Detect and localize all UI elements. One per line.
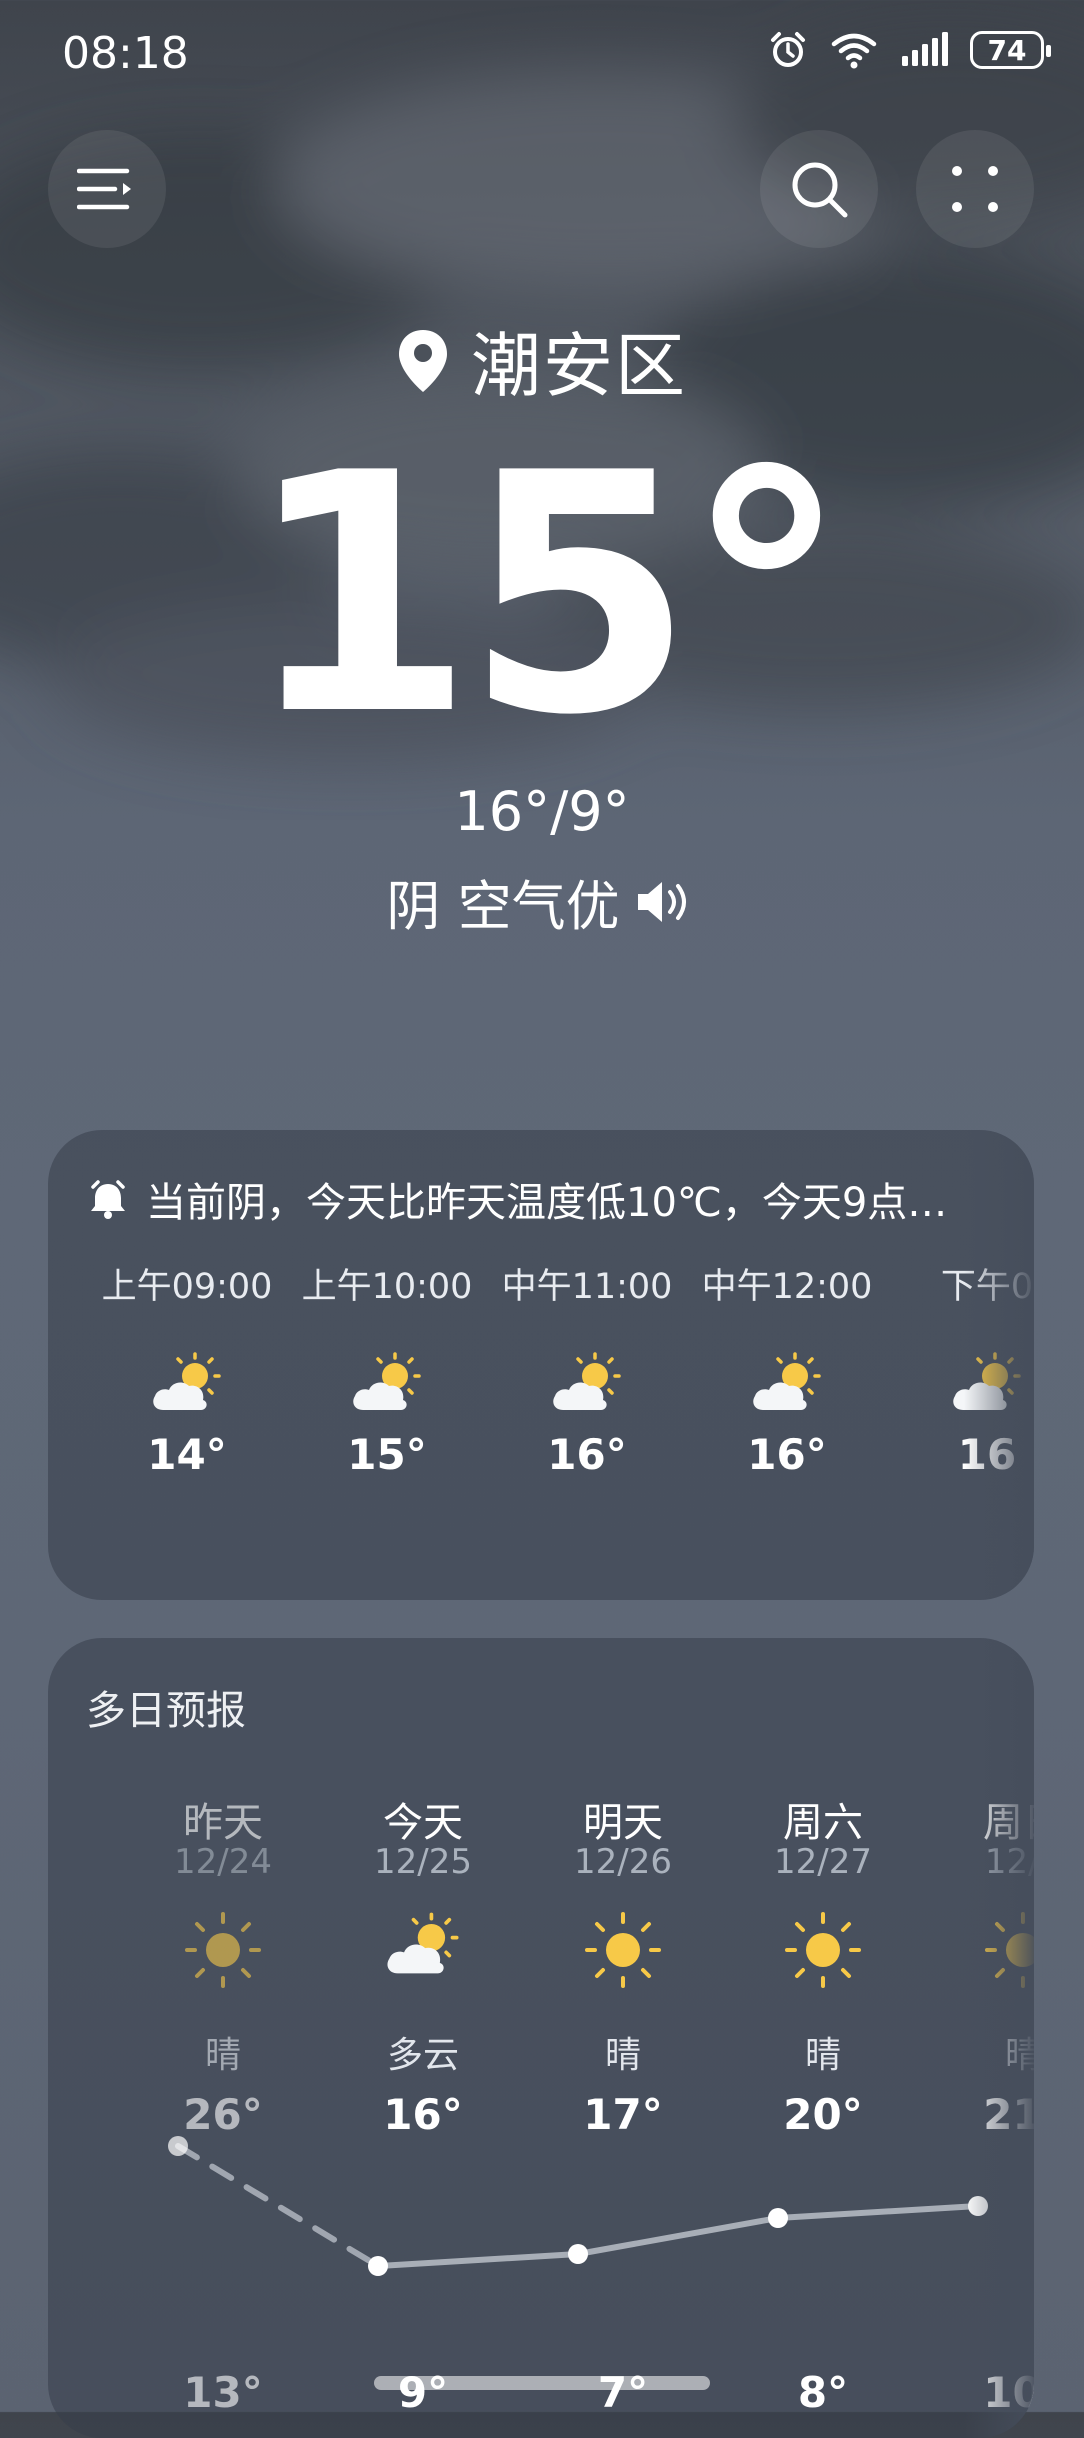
condition-text: 阴 空气优 xyxy=(386,875,620,938)
location-header[interactable]: 潮安区 xyxy=(0,310,1084,411)
battery-icon: 74 xyxy=(970,31,1051,69)
clock: 08:18 xyxy=(62,28,189,79)
multi-day-forecast-card[interactable]: 多日预报 昨天 12/24 晴 26° 13° 今天 12/25 多云 16° … xyxy=(48,1638,1034,2438)
day-high: 16° xyxy=(383,2090,463,2139)
day-high: 20° xyxy=(783,2090,863,2139)
hour-temperature: 16° xyxy=(547,1430,627,1479)
day-date: 12/27 xyxy=(774,1842,872,1882)
high-temp-line-segment xyxy=(175,2143,381,2269)
current-condition: 阴 空气优 xyxy=(0,862,1084,941)
alarm-bell-icon xyxy=(91,1180,125,1219)
day-date: 12/24 xyxy=(174,1842,272,1882)
more-dots-icon xyxy=(952,166,998,212)
wifi-icon xyxy=(831,33,877,69)
weather-screen: { "status_bar": { "time": "08:18", "batt… xyxy=(0,0,1084,2438)
partly-cloudy-icon xyxy=(153,1352,221,1410)
battery-level: 74 xyxy=(987,33,1027,67)
hour-time: 中午12:00 xyxy=(701,1267,873,1307)
status-bar: 08:18 74 xyxy=(0,0,1084,110)
day-low: 8° xyxy=(797,2368,849,2417)
day-name: 昨天 xyxy=(183,1800,263,1846)
high-temp-line-segment xyxy=(575,2215,781,2257)
hour-time: 上午09:00 xyxy=(101,1267,273,1307)
speaker-icon[interactable] xyxy=(634,878,698,926)
high-low-temperature: 16°/9° xyxy=(454,780,630,843)
partly-cloudy-icon xyxy=(387,1912,459,1974)
hour-time: 中午11:00 xyxy=(501,1267,673,1307)
hour-temperature: 14° xyxy=(147,1430,227,1479)
partly-cloudy-icon xyxy=(353,1352,421,1410)
current-temperature: 15° xyxy=(244,403,849,787)
day-date: 12/26 xyxy=(574,1842,672,1882)
status-icons: 74 xyxy=(768,30,1051,70)
home-indicator[interactable] xyxy=(374,2376,710,2390)
high-temp-line-segment xyxy=(375,2251,581,2269)
partly-cloudy-icon xyxy=(753,1352,821,1410)
alarm-icon xyxy=(771,32,805,67)
alert-text: 当前阴，今天比昨天温度低10℃，今天9点… xyxy=(146,1180,948,1226)
day-date: 12/25 xyxy=(374,1842,472,1882)
signal-icon xyxy=(902,32,948,66)
high-temp-line-point xyxy=(368,2256,388,2276)
location-pin-icon xyxy=(399,329,447,392)
search-icon xyxy=(792,162,848,218)
hour-time: 上午10:00 xyxy=(301,1267,473,1307)
day-high: 26° xyxy=(183,2090,263,2139)
sun-icon xyxy=(185,1912,261,1988)
day-condition: 晴 xyxy=(204,2035,241,2076)
high-temp-line-point xyxy=(168,2136,188,2156)
menu-icon xyxy=(77,168,131,210)
hourly-forecast-card[interactable]: 当前阴，今天比昨天温度低10℃，今天9点… 上午09:00 14° 上午10:0… xyxy=(48,1130,1034,1600)
day-condition: 多云 xyxy=(386,2035,459,2076)
partly-cloudy-icon xyxy=(553,1352,621,1410)
day-condition: 晴 xyxy=(604,2035,641,2076)
sun-icon xyxy=(785,1912,861,1988)
sun-icon xyxy=(585,1912,661,1988)
high-temp-line-point xyxy=(768,2208,788,2228)
search-button[interactable] xyxy=(760,130,878,248)
more-button[interactable] xyxy=(916,130,1034,248)
scroll-fade xyxy=(964,1638,1034,2438)
day-name: 今天 xyxy=(383,1800,463,1846)
high-temp-line-point xyxy=(568,2244,588,2264)
day-name: 明天 xyxy=(583,1800,663,1846)
day-name: 周六 xyxy=(783,1800,863,1846)
hour-temperature: 15° xyxy=(347,1430,427,1479)
high-temp-line-segment xyxy=(775,2203,981,2221)
weather-alert[interactable]: 当前阴，今天比昨天温度低10℃，今天9点… xyxy=(88,1170,1008,1228)
day-high: 17° xyxy=(583,2090,663,2139)
scroll-fade xyxy=(964,1130,1034,1600)
day-condition: 晴 xyxy=(804,2035,841,2076)
menu-button[interactable] xyxy=(48,130,166,248)
day-low: 13° xyxy=(183,2368,263,2417)
location-name: 潮安区 xyxy=(471,325,687,407)
hour-temperature: 16° xyxy=(747,1430,827,1479)
